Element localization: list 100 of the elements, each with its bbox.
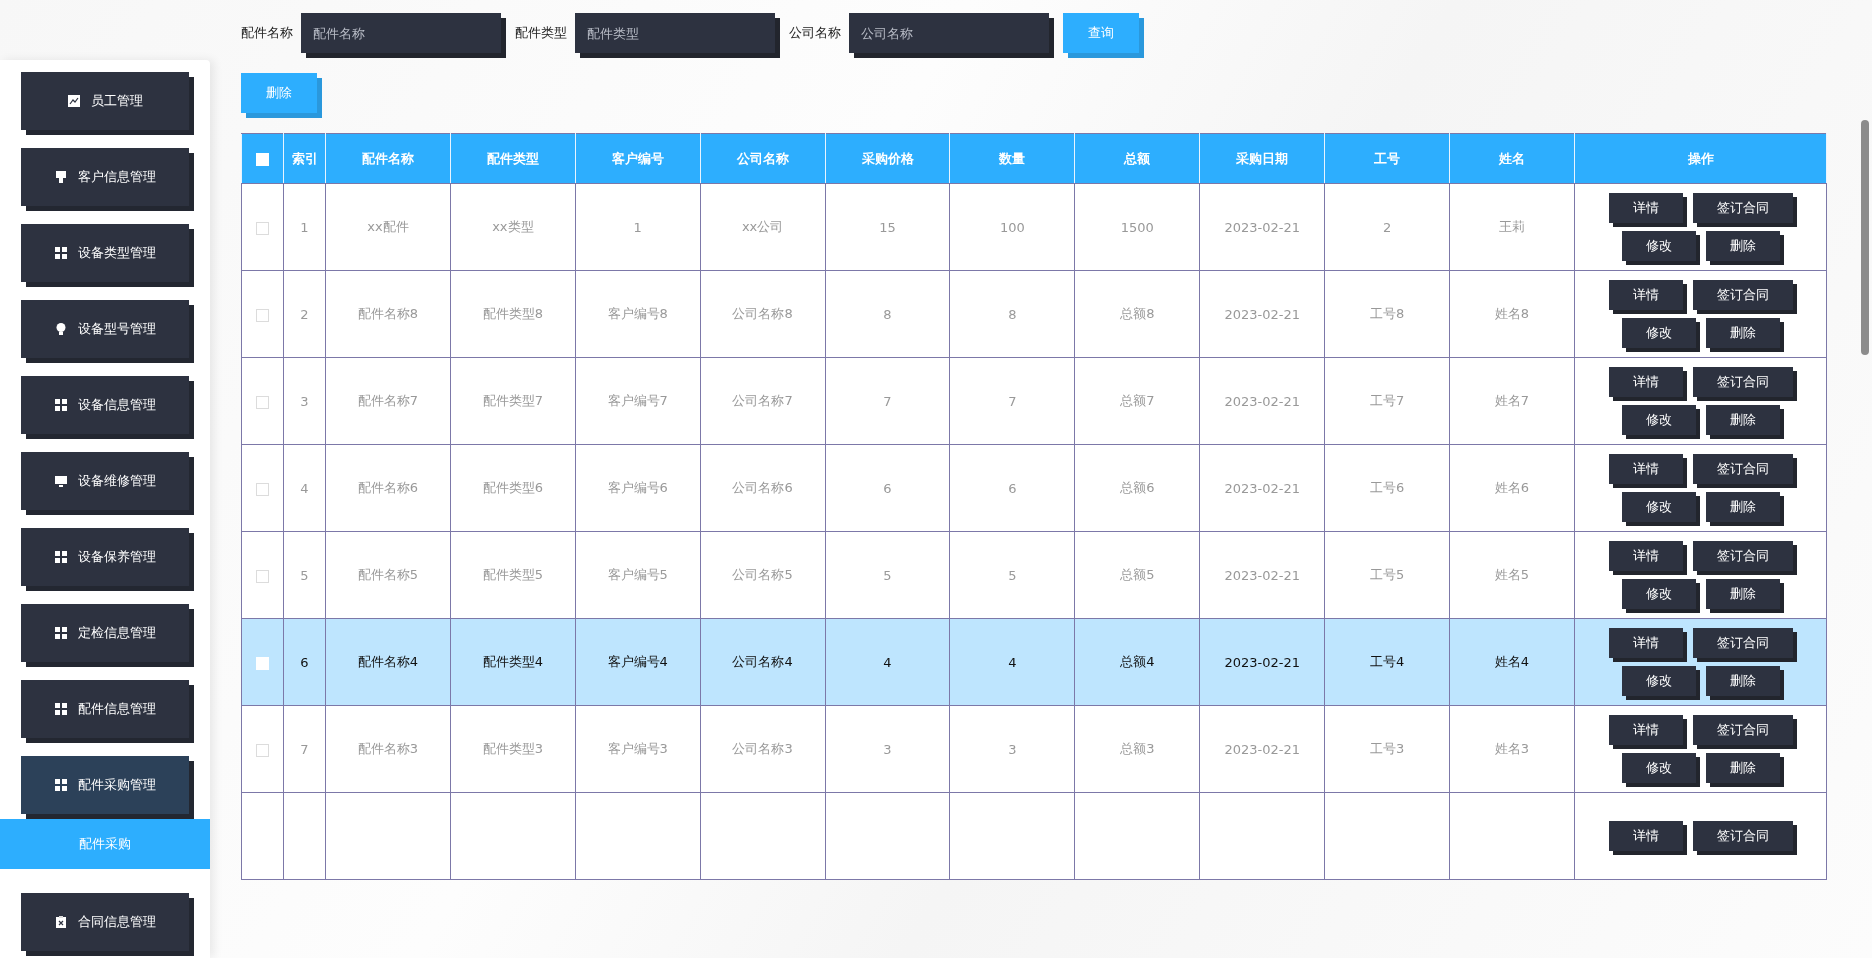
table-cell: 公司名称7 [700, 357, 826, 445]
search-field[interactable]: 公司名称 [849, 13, 1049, 53]
table-cell: 配件名称7 [325, 357, 451, 445]
table-cell: 工号6 [1324, 444, 1450, 532]
table-cell: 姓名4 [1449, 618, 1575, 706]
table-cell: 7 [949, 357, 1075, 445]
field-label: 配件名称 [241, 24, 293, 42]
column-header: 索引 [283, 133, 326, 184]
table-cell: 客户编号7 [575, 357, 701, 445]
table-cell: 配件类型3 [450, 705, 576, 793]
table-row[interactable]: 3 配件名称7 配件类型7 客户编号7 公司名称7 7 7 总额7 2023-02-21 工号7 姓名7 详情 签订合同 修改 删除 [241, 357, 1827, 445]
table-cell: 工号8 [1324, 270, 1450, 358]
table-cell: 配件名称8 [325, 270, 451, 358]
column-header: 公司名称 [700, 133, 826, 184]
table-cell: 公司名称3 [700, 705, 826, 793]
table-cell: 2023-02-21 [1199, 705, 1325, 793]
table-cell: 8 [825, 270, 950, 358]
table-row[interactable]: 5 配件名称5 配件类型5 客户编号5 公司名称5 5 5 总额5 2023-02-21 工号5 姓名5 详情 签订合同 修改 删除 [241, 531, 1827, 619]
grid-icon [54, 550, 68, 564]
field-label: 配件类型 [515, 24, 567, 42]
scrollbar-thumb[interactable] [1861, 120, 1869, 355]
field-label: 公司名称 [789, 24, 841, 42]
table-cell: 3 [283, 357, 326, 445]
table-cell: 2023-02-21 [1199, 618, 1325, 706]
table-cell: 7 [283, 705, 326, 793]
column-header: 配件类型 [450, 133, 576, 184]
table-cell: 6 [949, 444, 1075, 532]
table-cell: 2023-02-21 [1199, 357, 1325, 445]
table-cell: 5 [949, 531, 1075, 619]
table-cell: xx公司 [700, 183, 826, 271]
table-cell: 总额3 [1074, 705, 1200, 793]
column-header: 总额 [1074, 133, 1200, 184]
table-cell: 姓名7 [1449, 357, 1575, 445]
table-cell: 客户编号6 [575, 444, 701, 532]
table-cell: 客户编号8 [575, 270, 701, 358]
table-cell: 2023-02-21 [1199, 444, 1325, 532]
table-row[interactable]: 6 配件名称4 配件类型4 客户编号4 公司名称4 4 4 总额4 2023-02-21 工号4 姓名4 详情 签订合同 修改 删除 [241, 618, 1827, 706]
table-cell: 客户编号3 [575, 705, 701, 793]
table-cell: 总额5 [1074, 531, 1200, 619]
table-cell: 配件名称5 [325, 531, 451, 619]
checkbox[interactable] [256, 482, 269, 496]
chart-icon [67, 94, 81, 108]
monitor-icon [54, 474, 68, 488]
column-header: 客户编号 [575, 133, 701, 184]
checkbox[interactable] [256, 395, 269, 409]
table-cell: 1 [575, 183, 701, 271]
table-cell: 配件类型8 [450, 270, 576, 358]
table-cell: 工号5 [1324, 531, 1450, 619]
table-cell: 5 [283, 531, 326, 619]
table-cell: 15 [825, 183, 950, 271]
table-cell: 6 [825, 444, 950, 532]
grid-icon [54, 702, 68, 716]
table-cell: 总额4 [1074, 618, 1200, 706]
table-cell: 姓名3 [1449, 705, 1575, 793]
table-cell: 2023-02-21 [1199, 183, 1325, 271]
table-cell: 客户编号5 [575, 531, 701, 619]
column-header: 工号 [1324, 133, 1450, 184]
table-cell: 公司名称8 [700, 270, 826, 358]
column-header: 采购价格 [825, 133, 950, 184]
search-field[interactable]: 配件名称 [301, 13, 501, 53]
table-row[interactable]: 4 配件名称6 配件类型6 客户编号6 公司名称6 6 6 总额6 2023-02-21 工号6 姓名6 详情 签订合同 修改 删除 [241, 444, 1827, 532]
checkbox[interactable] [256, 221, 269, 235]
display-stand-icon [54, 170, 68, 184]
table-cell: 公司名称5 [700, 531, 826, 619]
table-row[interactable]: 1 xx配件 xx类型 1 xx公司 15 100 1500 2023-02-21 2 王莉 详情 签订合同 修改 删除 [241, 183, 1827, 271]
table-cell: 1500 [1074, 183, 1200, 271]
table-cell: 配件类型4 [450, 618, 576, 706]
table-cell: 公司名称6 [700, 444, 826, 532]
table-cell: 100 [949, 183, 1075, 271]
table-cell: 姓名6 [1449, 444, 1575, 532]
column-header: 采购日期 [1199, 133, 1325, 184]
table-cell: 客户编号4 [575, 618, 701, 706]
checkbox[interactable] [256, 743, 269, 757]
checkbox[interactable] [256, 308, 269, 322]
grid-icon [54, 626, 68, 640]
table-cell: 配件类型7 [450, 357, 576, 445]
table-row[interactable]: 2 配件名称8 配件类型8 客户编号8 公司名称8 8 8 总额8 2023-02-21 工号8 姓名8 详情 签订合同 修改 删除 [241, 270, 1827, 358]
bulb-icon [54, 322, 68, 336]
table-cell: 7 [825, 357, 950, 445]
table-row[interactable]: 详情 签订合同 [241, 792, 1827, 880]
column-header: 数量 [949, 133, 1075, 184]
table-cell: xx配件 [325, 183, 451, 271]
table-cell: 4 [283, 444, 326, 532]
table-cell: 2023-02-21 [1199, 270, 1325, 358]
table-cell: 2 [1324, 183, 1450, 271]
table-cell: 工号7 [1324, 357, 1450, 445]
table-cell: 姓名8 [1449, 270, 1575, 358]
clipboard-icon [54, 915, 68, 929]
grid-icon [54, 246, 68, 260]
column-header: 操作 [1574, 133, 1827, 184]
search-field[interactable]: 配件类型 [575, 13, 775, 53]
table-cell: 配件类型5 [450, 531, 576, 619]
checkbox[interactable] [256, 569, 269, 583]
table-cell: 总额7 [1074, 357, 1200, 445]
table-cell: 3 [825, 705, 950, 793]
column-header: 姓名 [1449, 133, 1575, 184]
table-cell: 配件名称6 [325, 444, 451, 532]
table-cell: 总额6 [1074, 444, 1200, 532]
table-cell: 工号3 [1324, 705, 1450, 793]
table-row[interactable]: 7 配件名称3 配件类型3 客户编号3 公司名称3 3 3 总额3 2023-02-21 工号3 姓名3 详情 签订合同 修改 删除 [241, 705, 1827, 793]
